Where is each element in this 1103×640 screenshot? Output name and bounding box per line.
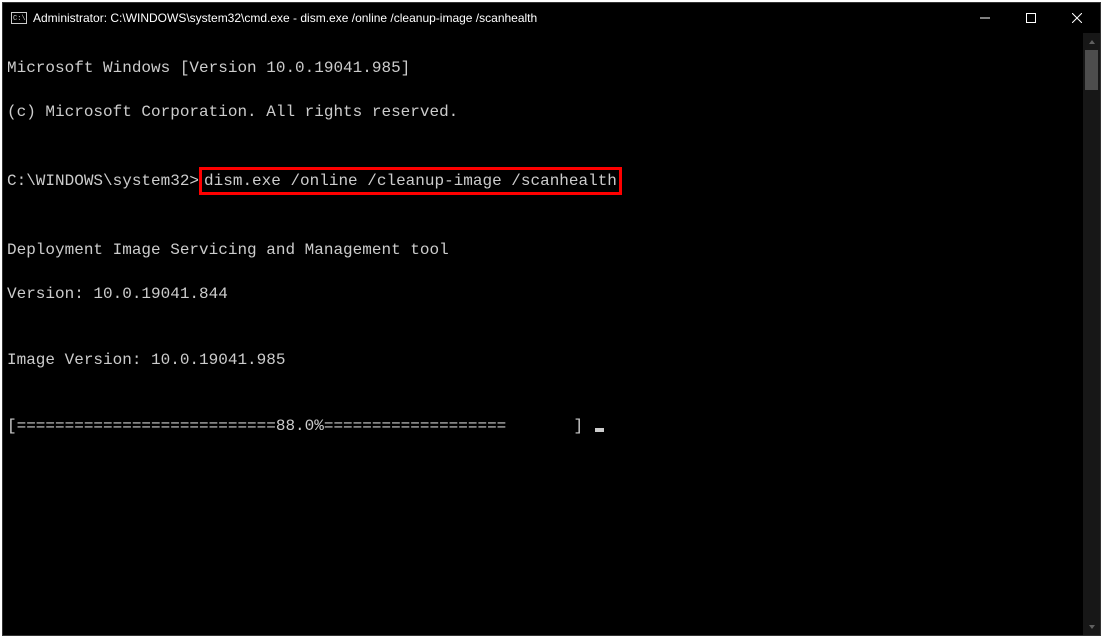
prompt-prefix: C:\WINDOWS\system32> — [7, 172, 199, 190]
scroll-track[interactable] — [1083, 50, 1100, 618]
scroll-up-button[interactable] — [1083, 33, 1100, 50]
tool-name-line: Deployment Image Servicing and Managemen… — [7, 239, 1079, 261]
scroll-down-button[interactable] — [1083, 618, 1100, 635]
image-version-line: Image Version: 10.0.19041.985 — [7, 349, 1079, 371]
cursor — [595, 428, 604, 432]
tool-version-line: Version: 10.0.19041.844 — [7, 283, 1079, 305]
terminal-output[interactable]: Microsoft Windows [Version 10.0.19041.98… — [3, 33, 1083, 635]
progress-line: [===========================88.0%=======… — [7, 415, 1079, 437]
os-version-line: Microsoft Windows [Version 10.0.19041.98… — [7, 57, 1079, 79]
cmd-window: C:\ Administrator: C:\WINDOWS\system32\c… — [2, 2, 1101, 636]
cmd-icon: C:\ — [11, 10, 27, 26]
progress-text: [===========================88.0%=======… — [7, 417, 593, 435]
client-area: Microsoft Windows [Version 10.0.19041.98… — [3, 33, 1100, 635]
window-controls — [962, 3, 1100, 33]
scroll-thumb[interactable] — [1085, 50, 1098, 90]
highlighted-command: dism.exe /online /cleanup-image /scanhea… — [199, 167, 622, 195]
copyright-line: (c) Microsoft Corporation. All rights re… — [7, 101, 1079, 123]
titlebar[interactable]: C:\ Administrator: C:\WINDOWS\system32\c… — [3, 3, 1100, 33]
prompt-line: C:\WINDOWS\system32>dism.exe /online /cl… — [7, 167, 1079, 195]
minimize-button[interactable] — [962, 3, 1008, 33]
maximize-button[interactable] — [1008, 3, 1054, 33]
vertical-scrollbar[interactable] — [1083, 33, 1100, 635]
window-title: Administrator: C:\WINDOWS\system32\cmd.e… — [33, 11, 962, 25]
svg-text:C:\: C:\ — [13, 15, 26, 23]
close-button[interactable] — [1054, 3, 1100, 33]
